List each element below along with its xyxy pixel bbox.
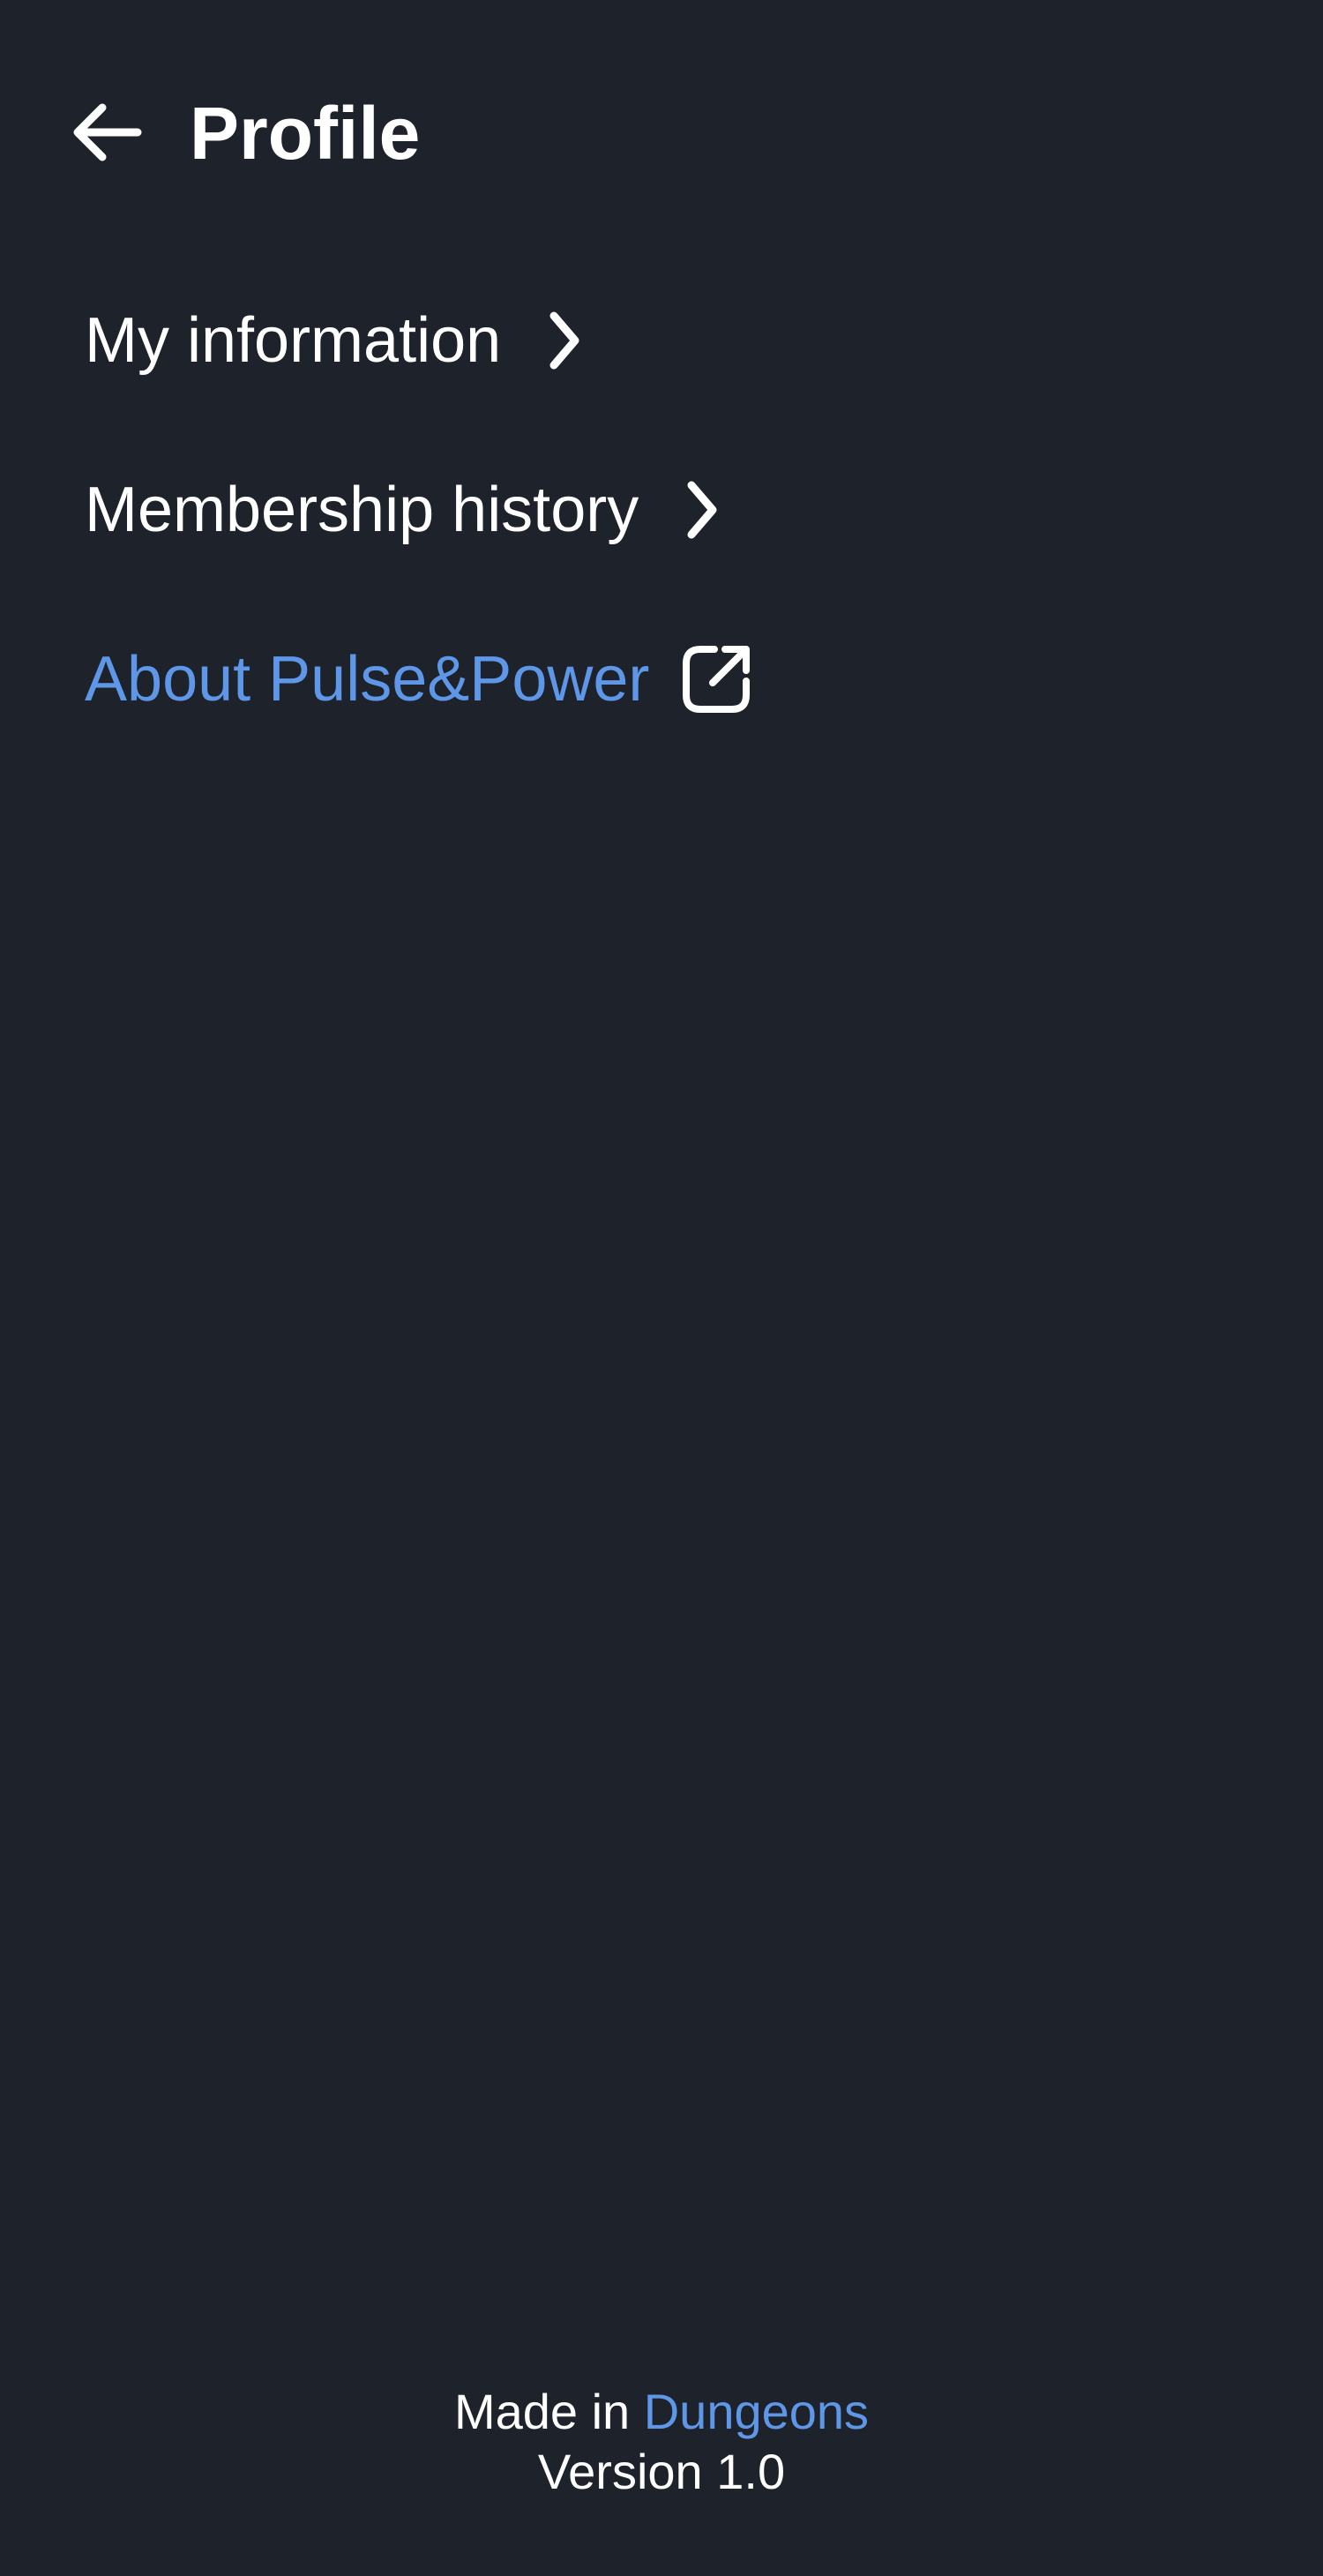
arrow-left-icon [73, 103, 142, 161]
app-header: Profile [0, 0, 1323, 265]
menu-item-label: My information [85, 305, 502, 376]
back-button[interactable] [64, 95, 148, 169]
menu-item-my-information[interactable]: My information [85, 282, 1231, 399]
version-text: Version 1.0 [537, 2444, 786, 2499]
page-title: Profile [190, 92, 421, 175]
menu-item-label: About Pulse&Power [85, 644, 650, 715]
profile-menu: My information Membership history About … [85, 282, 1231, 790]
menu-item-membership-history[interactable]: Membership history [85, 452, 1231, 568]
made-in-link[interactable]: Dungeons [644, 2384, 869, 2439]
chevron-right-icon [540, 303, 589, 378]
chevron-right-icon [677, 473, 727, 547]
menu-item-label: Membership history [85, 475, 639, 545]
made-in-line: Made in Dungeons [0, 2382, 1323, 2442]
made-in-prefix: Made in [453, 2384, 644, 2439]
app-footer: Made in Dungeons Version 1.0 [0, 2382, 1323, 2502]
menu-item-about-link[interactable]: About Pulse&Power [85, 621, 1231, 738]
external-link-icon [677, 642, 755, 716]
